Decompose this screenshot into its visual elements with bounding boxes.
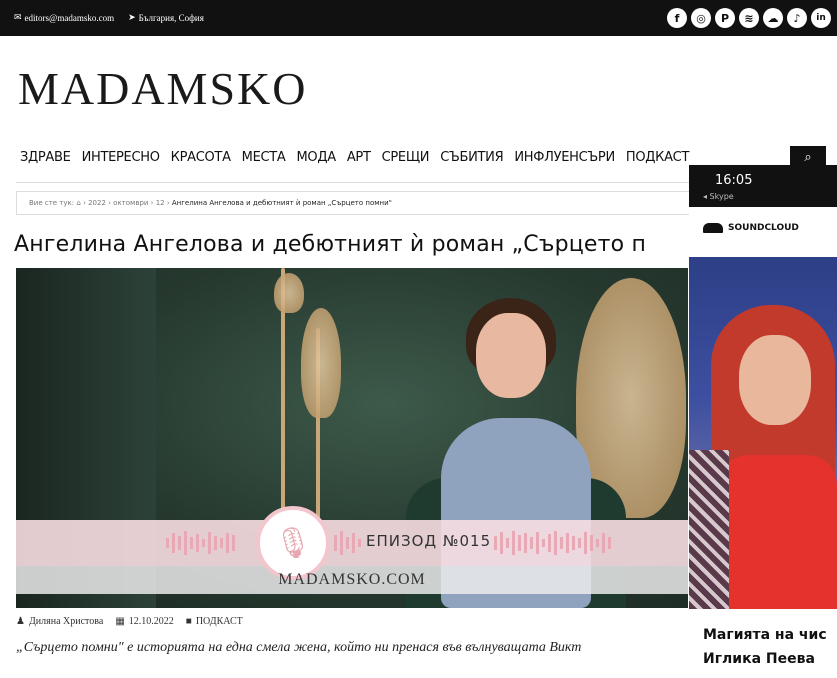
instagram-icon[interactable]: ◎ (691, 8, 711, 28)
mail-icon: ✉ (14, 12, 22, 22)
nav-item-health[interactable]: ЗДРАВЕ (20, 150, 71, 165)
email-link[interactable]: ✉ editors@madamsko.com (14, 12, 114, 23)
sound-wave-left (166, 530, 235, 556)
home-icon[interactable]: ⌂ (76, 199, 80, 207)
location-info: ➤ България, София (128, 12, 204, 23)
soundcloud-label: SOUNDCLOUD (728, 223, 799, 233)
facebook-icon[interactable]: f (667, 8, 687, 28)
episode-label: ЕПИЗОД №015 (366, 532, 492, 550)
artwork-shirt (719, 455, 837, 609)
breadcrumb-day[interactable]: 12 (156, 199, 165, 207)
soundcloud-logo-icon (703, 223, 723, 233)
artwork-face (739, 335, 811, 425)
track-title[interactable]: Магията на чис Иглика Пеева (703, 623, 827, 671)
breadcrumb-month[interactable]: октомври (113, 199, 148, 207)
nav-item-beauty[interactable]: КРАСОТА (171, 150, 231, 165)
nav-item-podcast[interactable]: ПОДКАСТ (626, 150, 690, 165)
artwork-scarf (689, 450, 729, 609)
location-arrow-icon: ➤ (128, 12, 136, 22)
nav-item-events[interactable]: СЪБИТИЯ (440, 150, 503, 165)
nav-item-influencers[interactable]: ИНФЛУЕНСЪРИ (514, 150, 615, 165)
site-logo[interactable]: MADAMSKO (18, 62, 307, 115)
breadcrumb-current: Ангелина Ангелова и дебютният ѝ роман „С… (171, 199, 392, 207)
article-excerpt: „Сърцето помни" е историята на една смел… (16, 640, 582, 655)
nav-divider (16, 182, 716, 183)
linkedin-icon[interactable]: in (811, 8, 831, 28)
article-title: Ангелина Ангелова и дебютният ѝ роман „С… (14, 232, 647, 257)
soundcloud-icon[interactable]: ☁ (763, 8, 783, 28)
nav-item-interesting[interactable]: ИНТЕРЕСНО (82, 150, 160, 165)
folder-icon: ■ (185, 616, 192, 627)
microphone-icon: 🎙 (256, 506, 330, 580)
nav-item-art[interactable]: АРТ (347, 150, 371, 165)
featured-image[interactable]: 🎙 ЕПИЗОД №015 MADAMSKO.COM (16, 268, 688, 608)
author-name: Диляна Христова (28, 616, 104, 627)
nav-item-meetings[interactable]: СРЕЩИ (382, 150, 430, 165)
calendar-icon: ▦ (115, 616, 125, 627)
category-info[interactable]: ■ ПОДКАСТ (186, 616, 243, 627)
phone-status-bar: 16:05 ◂ Skype (689, 165, 837, 207)
article-meta: ♟ Диляна Христова ▦ 12.10.2022 ■ ПОДКАСТ (16, 616, 243, 627)
contact-info: ✉ editors@madamsko.com ➤ България, София (14, 12, 204, 23)
person-face (476, 313, 546, 398)
spotify-icon[interactable]: ≋ (739, 8, 759, 28)
track-title-line2: Иглика Пеева (703, 651, 815, 667)
pinterest-icon[interactable]: P (715, 8, 735, 28)
sound-wave-mid (334, 530, 361, 556)
email-text: editors@madamsko.com (24, 12, 115, 23)
social-links: f ◎ P ≋ ☁ ♪ in (667, 8, 831, 28)
soundcloud-header: SOUNDCLOUD (703, 223, 799, 233)
nav-item-fashion[interactable]: МОДА (297, 150, 337, 165)
phone-time: 16:05 (715, 173, 753, 188)
top-bar: ✉ editors@madamsko.com ➤ България, София… (0, 0, 837, 36)
sound-wave-right (494, 530, 611, 556)
main-nav: ЗДРАВЕ ИНТЕРЕСНО КРАСОТА МЕСТА МОДА АРТ … (20, 150, 689, 165)
site-watermark: MADAMSKO.COM (278, 571, 426, 588)
location-text: България, София (138, 12, 204, 23)
publish-date: 12.10.2022 (128, 616, 174, 627)
nav-item-places[interactable]: МЕСТА (242, 150, 286, 165)
breadcrumb-prefix: Вие сте тук: (29, 199, 75, 207)
category-name: ПОДКАСТ (195, 616, 243, 627)
back-to-skype-link[interactable]: ◂ Skype (703, 192, 734, 201)
date-info: ▦ 12.10.2022 (115, 616, 173, 627)
grass-plume (301, 308, 341, 418)
author-info[interactable]: ♟ Диляна Христова (16, 616, 103, 627)
user-icon: ♟ (16, 616, 25, 627)
phone-screenshot-overlay: 16:05 ◂ Skype SOUNDCLOUD Магията на чис … (689, 165, 837, 678)
grass-plume (274, 273, 304, 313)
tiktok-icon[interactable]: ♪ (787, 8, 807, 28)
track-title-line1: Магията на чис (703, 627, 827, 643)
breadcrumb-year[interactable]: 2022 (88, 199, 106, 207)
breadcrumb: Вие сте тук: ⌂ › 2022 › октомври › 12 › … (16, 191, 710, 215)
